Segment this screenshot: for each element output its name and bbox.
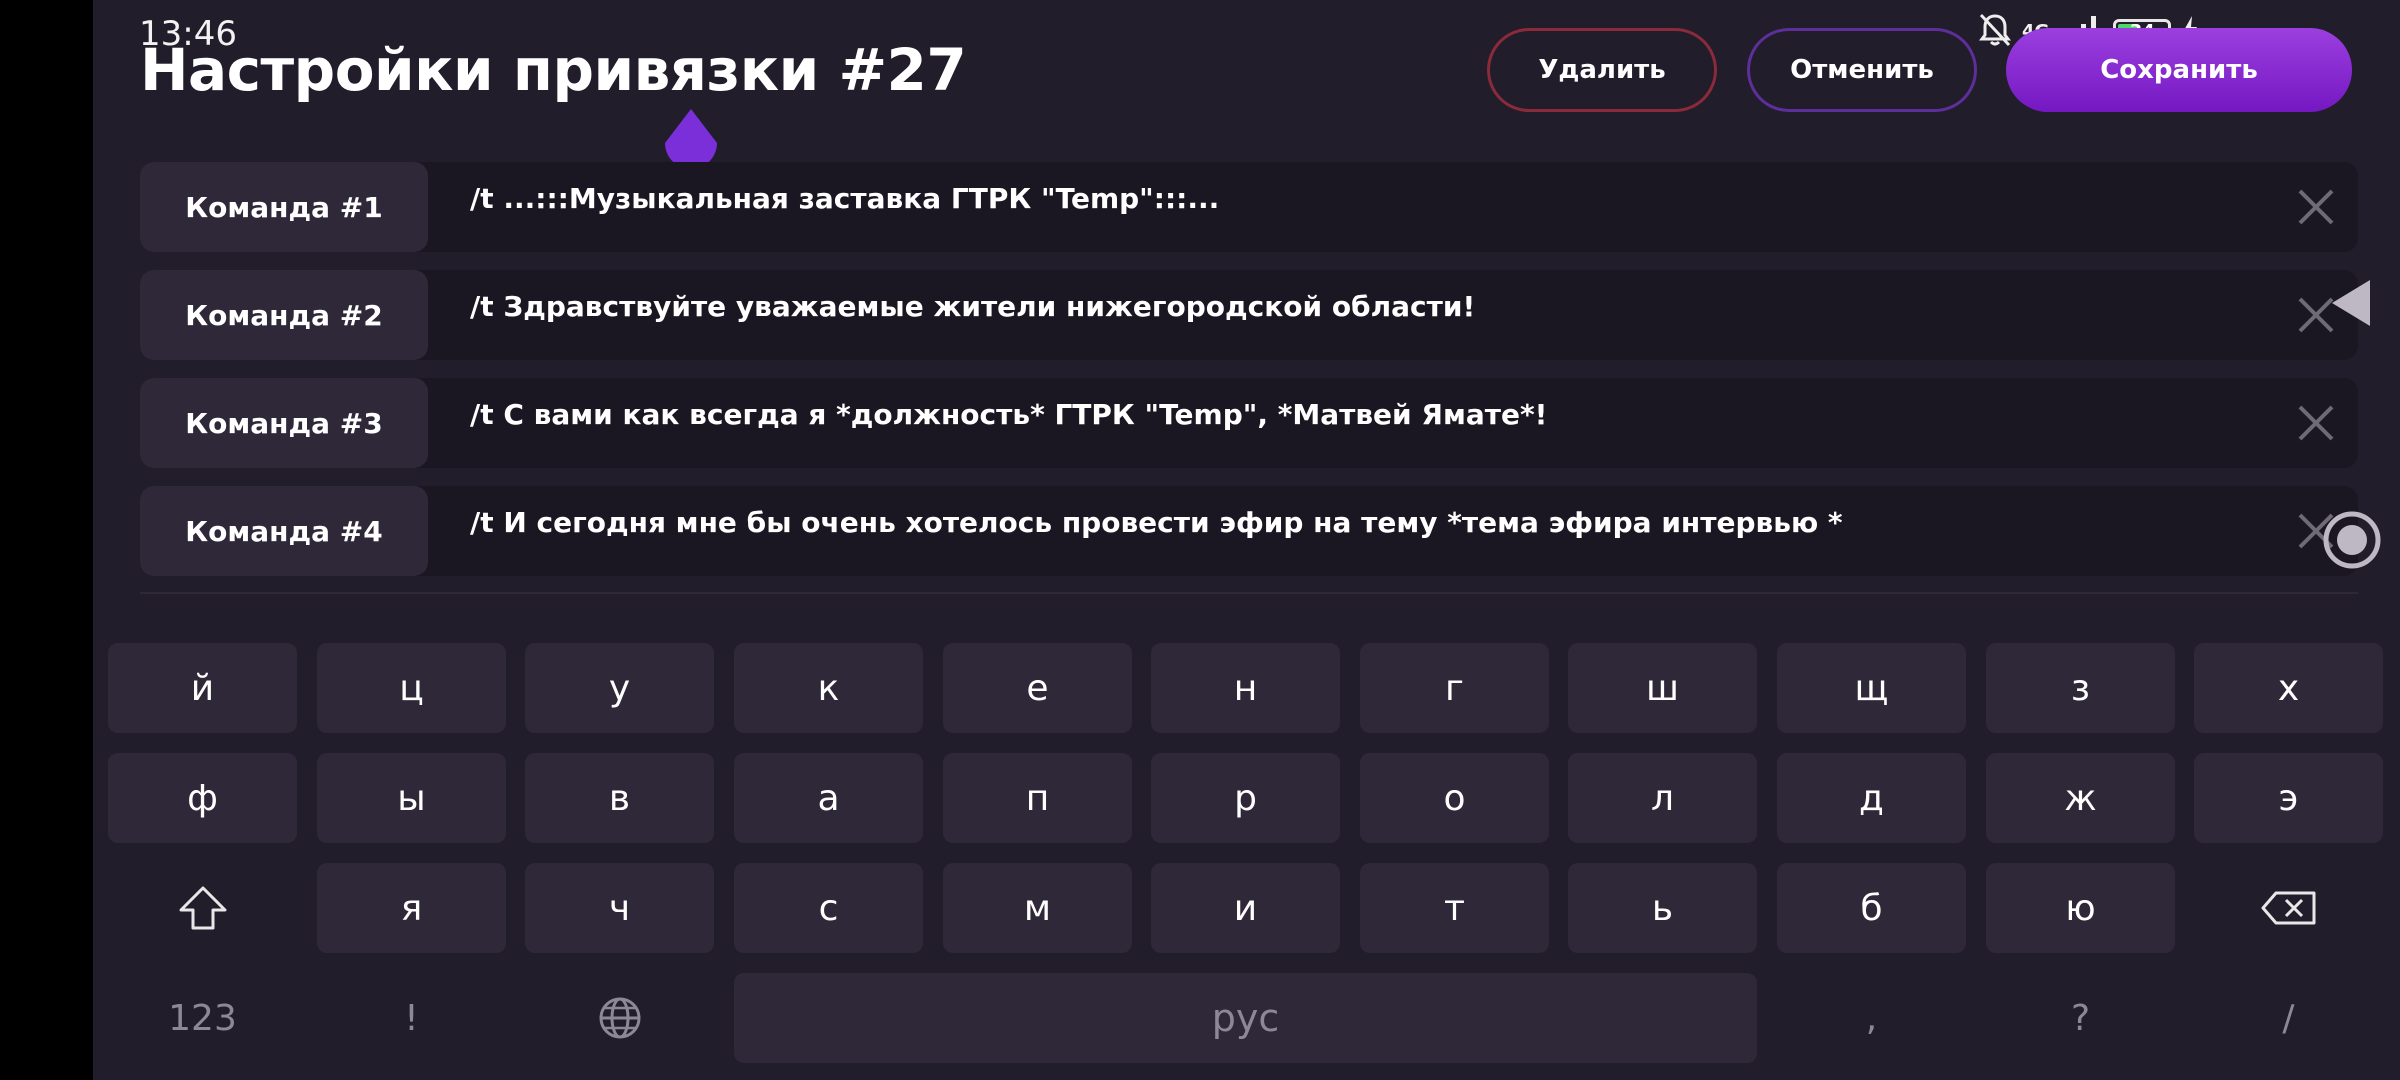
save-button[interactable]: Сохранить [2006, 28, 2352, 112]
cancel-button[interactable]: Отменить [1747, 28, 1977, 112]
record-icon[interactable] [2322, 510, 2382, 570]
key[interactable]: х [2194, 643, 2383, 733]
key[interactable]: п [943, 753, 1132, 843]
key[interactable]: э [2194, 753, 2383, 843]
key[interactable]: р [1151, 753, 1340, 843]
command-row-1: Команда #1 /t ...:::Музыкальная заставка… [140, 162, 2358, 252]
question-key[interactable]: ? [1986, 973, 2175, 1063]
language-key[interactable] [525, 973, 714, 1063]
space-key[interactable]: рус [734, 973, 1757, 1063]
exclaim-key[interactable]: ! [317, 973, 506, 1063]
key[interactable]: щ [1777, 643, 1966, 733]
list-divider [140, 592, 2358, 594]
comma-key[interactable]: , [1777, 973, 1966, 1063]
key[interactable]: ц [317, 643, 506, 733]
command-input[interactable]: /t Здравствуйте уважаемые жители нижегор… [470, 290, 2238, 323]
clear-icon[interactable] [2294, 401, 2338, 445]
command-row-2: Команда #2 /t Здравствуйте уважаемые жит… [140, 270, 2358, 360]
on-screen-keyboard: й ц у к е н г ш щ з х ф ы в а п р о л д … [93, 616, 2400, 1080]
key[interactable]: ы [317, 753, 506, 843]
key[interactable]: й [108, 643, 297, 733]
mute-bell-icon [1978, 12, 2012, 52]
key[interactable]: е [943, 643, 1132, 733]
command-row-3: Команда #3 /t С вами как всегда я *должн… [140, 378, 2358, 468]
key[interactable]: ю [1986, 863, 2175, 953]
commands-list: Команда #1 /t ...:::Музыкальная заставка… [140, 160, 2358, 596]
key[interactable]: с [734, 863, 923, 953]
command-input[interactable]: /t С вами как всегда я *должность* ГТРК … [470, 398, 2238, 431]
key[interactable]: ь [1568, 863, 1757, 953]
key[interactable]: н [1151, 643, 1340, 733]
key[interactable]: к [734, 643, 923, 733]
command-label: Команда #1 [140, 162, 428, 252]
key[interactable]: д [1777, 753, 1966, 843]
command-input[interactable]: /t ...:::Музыкальная заставка ГТРК "Temp… [470, 182, 2238, 215]
key[interactable]: ш [1568, 643, 1757, 733]
command-input[interactable]: /t И сегодня мне бы очень хотелось прове… [470, 506, 2238, 539]
key[interactable]: м [943, 863, 1132, 953]
key[interactable]: ч [525, 863, 714, 953]
numbers-key[interactable]: 123 [108, 973, 297, 1063]
globe-icon [599, 997, 640, 1039]
command-label: Команда #4 [140, 486, 428, 576]
key[interactable]: я [317, 863, 506, 953]
key[interactable]: у [525, 643, 714, 733]
key[interactable]: б [1777, 863, 1966, 953]
back-arrow-icon[interactable] [2330, 278, 2372, 328]
key[interactable]: л [1568, 753, 1757, 843]
key[interactable]: т [1360, 863, 1549, 953]
clear-icon[interactable] [2294, 185, 2338, 229]
slash-key[interactable]: / [2194, 973, 2383, 1063]
key[interactable]: и [1151, 863, 1340, 953]
backspace-icon [2261, 891, 2315, 925]
shift-icon [179, 886, 226, 930]
key[interactable]: ф [108, 753, 297, 843]
backspace-key[interactable] [2194, 863, 2383, 953]
command-label: Команда #3 [140, 378, 428, 468]
key[interactable]: а [734, 753, 923, 843]
screen-cutout [0, 0, 93, 1080]
key[interactable]: г [1360, 643, 1549, 733]
command-row-4: Команда #4 /t И сегодня мне бы очень хот… [140, 486, 2358, 576]
command-label: Команда #2 [140, 270, 428, 360]
key[interactable]: з [1986, 643, 2175, 733]
delete-button[interactable]: Удалить [1487, 28, 1717, 112]
key[interactable]: ж [1986, 753, 2175, 843]
key[interactable]: о [1360, 753, 1549, 843]
key[interactable]: в [525, 753, 714, 843]
page-title: Настройки привязки #27 [140, 36, 967, 104]
shift-key[interactable] [108, 863, 297, 953]
